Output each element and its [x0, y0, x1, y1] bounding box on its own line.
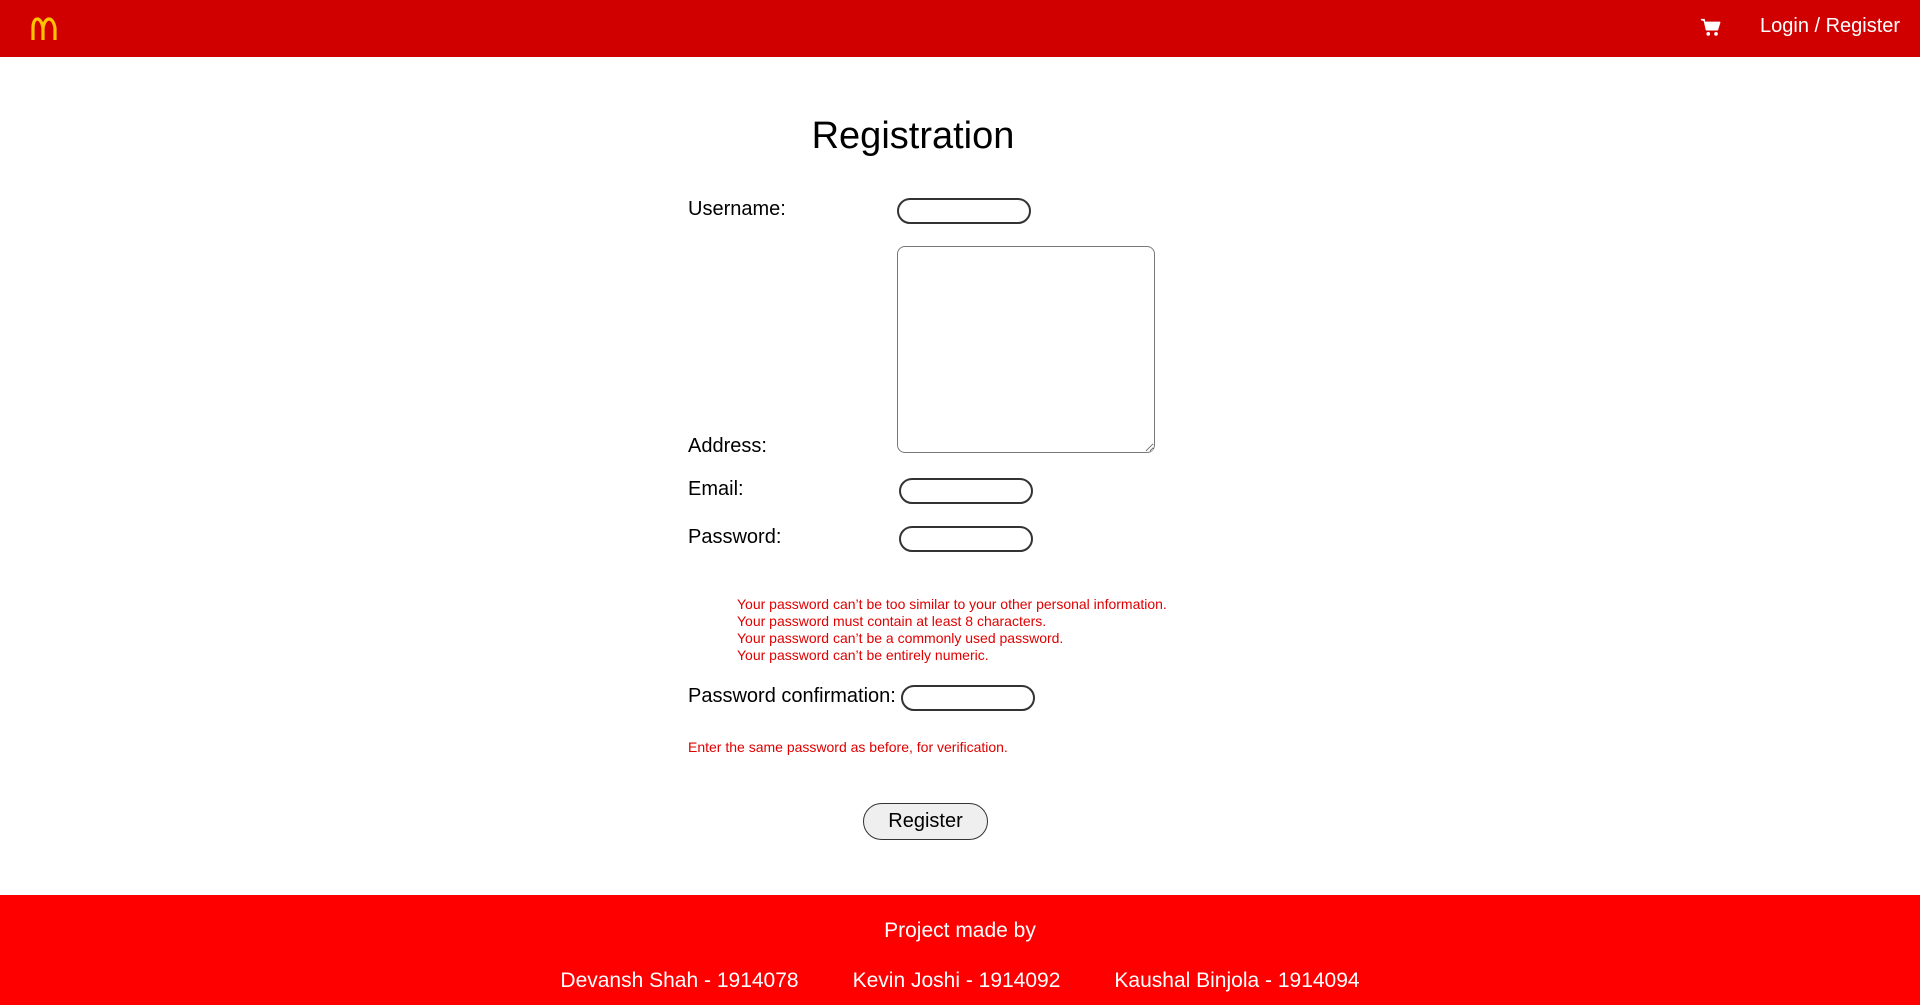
credits-list: Devansh Shah - 1914078 Kevin Joshi - 191… — [0, 969, 1920, 993]
password-help-item: Your password can’t be too similar to yo… — [737, 596, 1167, 612]
email-label: Email: — [688, 478, 744, 500]
password-help-item: Your password must contain at least 8 ch… — [737, 613, 1047, 629]
address-textarea[interactable] — [897, 246, 1155, 453]
login-register-link[interactable]: Login / Register — [1760, 15, 1900, 38]
email-input[interactable] — [899, 478, 1033, 504]
credit-item: Devansh Shah - 1914078 — [560, 969, 799, 992]
footer: Project made by Devansh Shah - 1914078 K… — [0, 895, 1920, 1005]
shopping-cart-icon[interactable] — [1700, 16, 1722, 38]
password-label: Password: — [688, 526, 782, 548]
top-navbar: Login / Register — [0, 0, 1920, 57]
mcdonalds-logo-icon[interactable] — [30, 12, 60, 42]
password-help-item: Your password can’t be entirely numeric. — [737, 647, 989, 663]
address-label: Address: — [688, 435, 767, 457]
username-input[interactable] — [897, 198, 1031, 224]
page-title: Registration — [811, 115, 1015, 157]
credit-item: Kevin Joshi - 1914092 — [852, 969, 1061, 992]
password-confirmation-input[interactable] — [901, 685, 1035, 711]
register-button[interactable]: Register — [863, 803, 988, 840]
password-help-item: Your password can’t be a commonly used p… — [737, 630, 1064, 646]
username-label: Username: — [688, 198, 786, 220]
password-confirmation-help: Enter the same password as before, for v… — [688, 739, 1008, 755]
password-input[interactable] — [899, 526, 1033, 552]
credit-item: Kaushal Binjola - 1914094 — [1114, 969, 1360, 992]
password-help-list: Your password can’t be too similar to yo… — [737, 596, 1167, 664]
password-confirmation-label: Password confirmation: — [688, 685, 896, 707]
footer-heading: Project made by — [884, 919, 1036, 942]
